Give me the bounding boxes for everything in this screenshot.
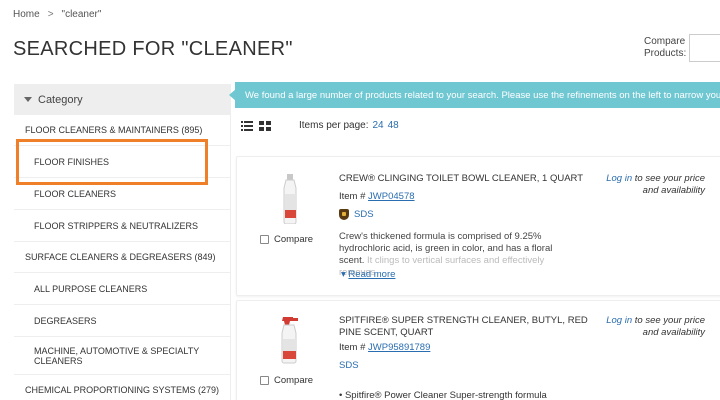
product-title-link[interactable]: SPITFIRE® SUPER STRENGTH CLEANER, BUTYL,… — [339, 315, 588, 339]
compare-checkbox-row[interactable]: Compare — [260, 234, 313, 245]
breadcrumb-separator: > — [47, 9, 54, 20]
category-chemical-proportioning[interactable]: CHEMICAL PROPORTIONING SYSTEMS (279) — [14, 375, 230, 400]
compare-products-field[interactable] — [689, 34, 720, 62]
product-title-line2: PINE SCENT, QUART — [339, 327, 434, 338]
compare-label: Compare — [274, 234, 314, 245]
ups-shipping-icon — [339, 209, 349, 220]
sds-link[interactable]: SDS — [339, 360, 359, 371]
price-login-text: to see your price and availability — [634, 173, 705, 196]
read-more-label: Read more — [348, 269, 396, 280]
category-header-label: Category — [38, 93, 83, 106]
compare-checkbox[interactable] — [260, 376, 269, 385]
sds-row: SDS — [339, 360, 359, 371]
compare-label: Compare — [274, 375, 314, 386]
category-surface-cleaners-degreasers[interactable]: SURFACE CLEANERS & DEGREASERS (849) — [14, 242, 230, 273]
items-per-page-24[interactable]: 24 — [372, 120, 383, 131]
category-degreasers[interactable]: DEGREASERS — [14, 305, 230, 337]
category-floor-strippers[interactable]: FLOOR STRIPPERS & NEUTRALIZERS — [14, 210, 230, 242]
compare-checkbox-row[interactable]: Compare — [260, 375, 313, 386]
product-card: Compare SPITFIRE® SUPER STRENGTH CLEANER… — [236, 300, 720, 400]
price-login-prompt: Log in to see your price and availabilit… — [593, 315, 705, 339]
item-number-link[interactable]: JWP04578 — [368, 191, 414, 202]
login-link[interactable]: Log in — [606, 173, 632, 184]
category-machine-automotive-specialty[interactable]: MACHINE, AUTOMOTIVE & SPECIALTY CLEANERS — [14, 337, 230, 375]
item-number-line: Item # JWP04578 — [339, 191, 415, 202]
item-number-line: Item # JWP95891789 — [339, 342, 430, 353]
results-toolbar: Items per page: 24 48 — [241, 120, 399, 131]
sds-row: SDS — [339, 209, 374, 220]
breadcrumb-current: "cleaner" — [61, 9, 102, 20]
item-number-link[interactable]: JWP95891789 — [368, 342, 430, 353]
sds-link[interactable]: SDS — [354, 209, 374, 220]
caret-down-icon — [24, 97, 32, 102]
page-title: SEARCHED FOR "CLEANER" — [13, 38, 293, 60]
product-image[interactable] — [275, 315, 305, 365]
breadcrumb: Home > "cleaner" — [13, 9, 101, 20]
items-per-page-48[interactable]: 48 — [388, 120, 399, 131]
product-title-link[interactable]: CREW® CLINGING TOILET BOWL CLEANER, 1 QU… — [339, 173, 583, 185]
compare-label-line2: Products: — [644, 48, 687, 59]
item-label: Item # — [339, 342, 366, 353]
refine-results-banner: We found a large number of products rela… — [235, 82, 720, 108]
category-all-purpose-cleaners[interactable]: ALL PURPOSE CLEANERS — [14, 273, 230, 305]
category-header[interactable]: Category — [14, 84, 231, 115]
highlight-annotation-box — [16, 139, 208, 185]
product-image[interactable] — [275, 174, 305, 224]
item-label: Item # — [339, 191, 366, 202]
compare-label-line1: Compare — [644, 36, 686, 47]
items-per-page-label: Items per page: — [299, 120, 369, 131]
grid-view-icon[interactable] — [259, 120, 271, 131]
login-link[interactable]: Log in — [606, 315, 632, 326]
product-card: Compare CREW® CLINGING TOILET BOWL CLEAN… — [236, 156, 720, 296]
caret-down-icon: ▾ — [341, 269, 346, 280]
list-view-icon[interactable] — [241, 120, 253, 131]
price-login-prompt: Log in to see your price and availabilit… — [593, 173, 705, 197]
category-sidebar: Category FLOOR CLEANERS & MAINTAINERS (8… — [14, 84, 231, 400]
product-title-line1: SPITFIRE® SUPER STRENGTH CLEANER, BUTYL,… — [339, 315, 588, 326]
price-login-text: to see your price and availability — [634, 315, 705, 338]
compare-products-label: Compare Products: — [644, 36, 686, 60]
breadcrumb-home-link[interactable]: Home — [13, 9, 40, 20]
compare-checkbox[interactable] — [260, 235, 269, 244]
read-more-link[interactable]: ▾ Read more — [341, 269, 395, 280]
product-bullet: • Spitfire® Power Cleaner Super-strength… — [339, 390, 547, 400]
